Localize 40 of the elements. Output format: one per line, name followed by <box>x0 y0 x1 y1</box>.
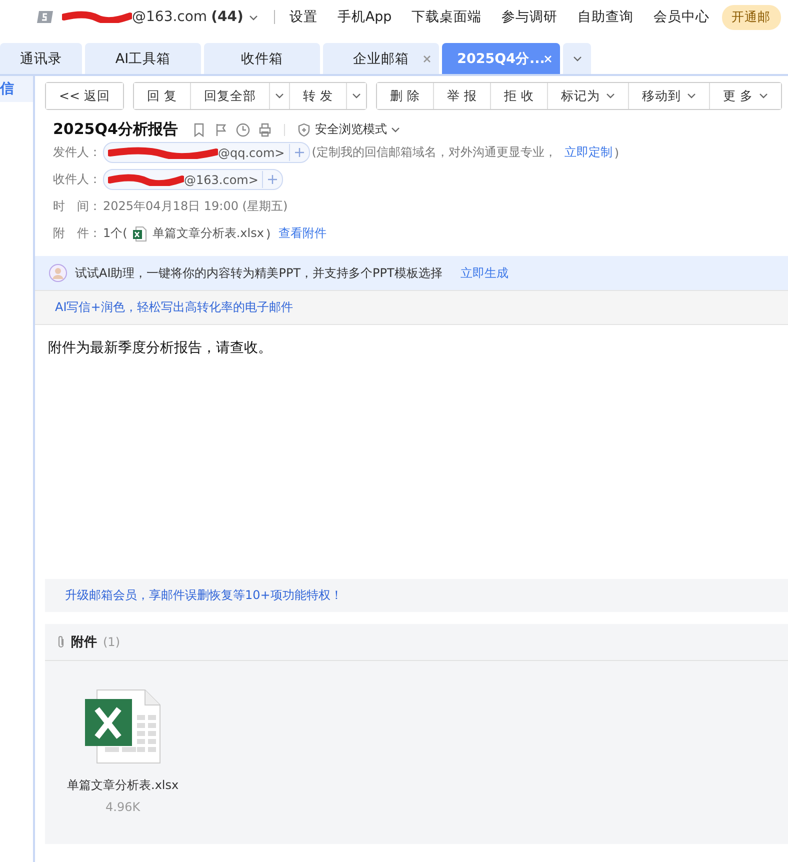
tab[interactable]: 通讯录 <box>0 43 82 74</box>
tab[interactable]: 收件箱 <box>204 43 320 74</box>
bracket-text: ) <box>266 226 271 240</box>
generate-link[interactable]: 立即生成 <box>460 264 508 282</box>
attachment-count: 1个( <box>103 225 128 242</box>
top-nav-link[interactable]: 手机App <box>337 8 392 26</box>
file-name: 单篇文章分析表.xlsx <box>67 777 179 794</box>
field-label: 发件人： <box>53 144 101 161</box>
unread-count: (44) <box>211 9 244 25</box>
top-nav-link[interactable]: 参与调研 <box>502 8 558 26</box>
attachment-count: (1) <box>103 635 120 649</box>
sent-time: 2025年04月18日 19:00 (星期五) <box>103 198 288 215</box>
mail-body: 附件为最新季度分析报告，请查收。 <box>48 340 272 356</box>
field-label: 附 件： <box>53 225 101 242</box>
promo-note: (定制我的回信邮箱域名，对外沟通更显专业， <box>312 144 556 161</box>
field-label: 收件人： <box>53 171 101 188</box>
bracket-text: ) <box>614 146 620 160</box>
tab[interactable]: 企业邮箱 <box>323 43 439 74</box>
top-nav-link[interactable]: 下载桌面端 <box>412 8 482 26</box>
upgrade-banner[interactable]: 升级邮箱会员，享邮件误删恢复等10+项功能特权！ <box>45 579 788 612</box>
attachments-title: 附件 <box>71 634 97 651</box>
ai-write-link[interactable]: AI写信+润色，轻松写出高转化率的电子邮件 <box>35 290 788 325</box>
attachment-name[interactable]: 单篇文章分析表.xlsx <box>152 225 264 242</box>
vip-button[interactable]: 开通邮 <box>722 4 781 30</box>
top-nav-link[interactable]: 会员中心 <box>654 8 710 26</box>
customize-link[interactable]: 立即定制 <box>564 144 612 161</box>
safe-mode-menu[interactable]: 安全浏览模式 <box>296 121 400 138</box>
recipient-chip[interactable]: @163.com> <box>103 169 284 190</box>
field-label: 时 间： <box>53 198 101 215</box>
toolbar-button[interactable]: << 返回 <box>46 83 123 109</box>
sender-chip[interactable]: @qq.com> <box>103 142 310 163</box>
top-nav-link[interactable]: 设置 <box>289 8 318 26</box>
top-nav-link[interactable]: 自助查询 <box>578 8 634 26</box>
view-attachment-link[interactable]: 查看附件 <box>278 225 327 242</box>
tab[interactable]: AI工具箱 <box>85 43 201 74</box>
account-address[interactable]: @163.com <box>132 9 208 25</box>
file-size: 4.96K <box>106 800 140 814</box>
mail-subject: 2025Q4分析报告 <box>53 120 178 139</box>
toolbar-menu-button[interactable]: 更 多 <box>708 83 781 109</box>
ai-banner-text: 试试AI助理，一键将你的内容转为精美PPT，并支持多个PPT模板选择 <box>75 264 442 282</box>
